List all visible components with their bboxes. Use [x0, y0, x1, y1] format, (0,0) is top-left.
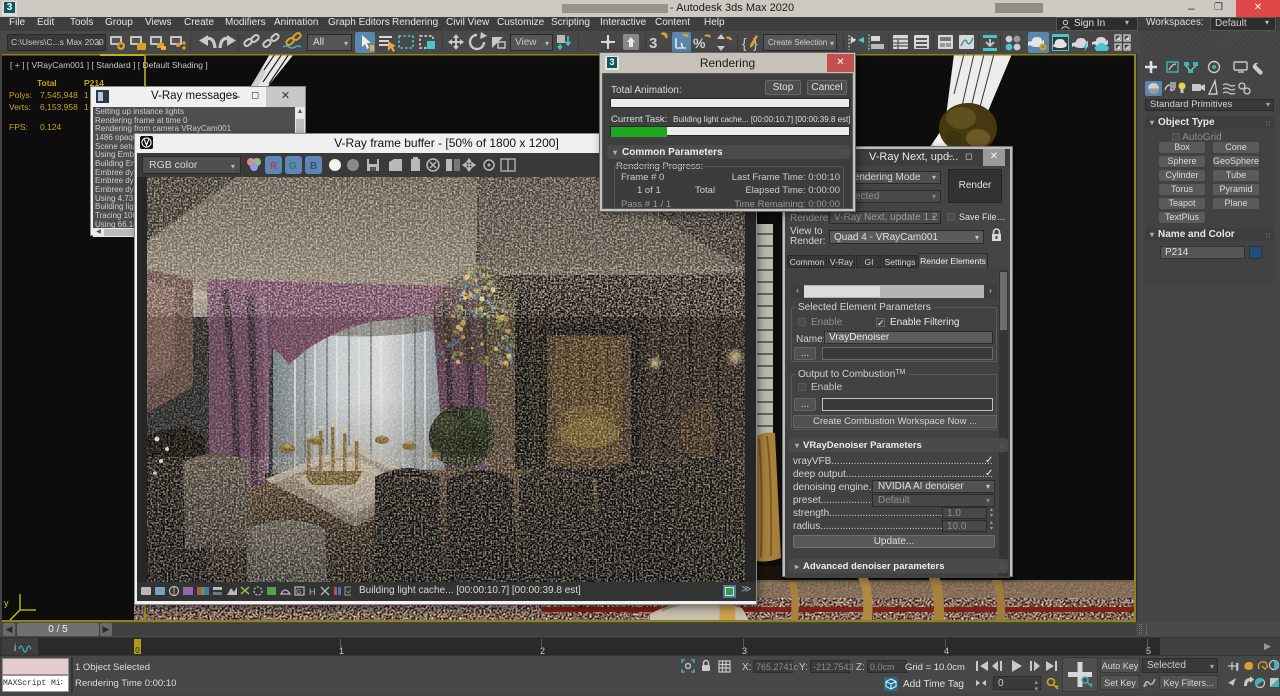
svg-text:G: G — [289, 161, 297, 172]
svg-text:B: B — [310, 161, 317, 172]
svg-text:i: i — [14, 643, 16, 653]
svg-text:G: G — [296, 589, 301, 596]
svg-text:%: % — [693, 35, 706, 51]
svg-text:R: R — [270, 161, 278, 172]
svg-text:3: 3 — [649, 35, 657, 52]
svg-text:H: H — [309, 587, 316, 597]
svg-text:{: { — [742, 35, 747, 51]
svg-text:y: y — [4, 598, 9, 608]
svg-text:I: I — [1236, 662, 1239, 672]
